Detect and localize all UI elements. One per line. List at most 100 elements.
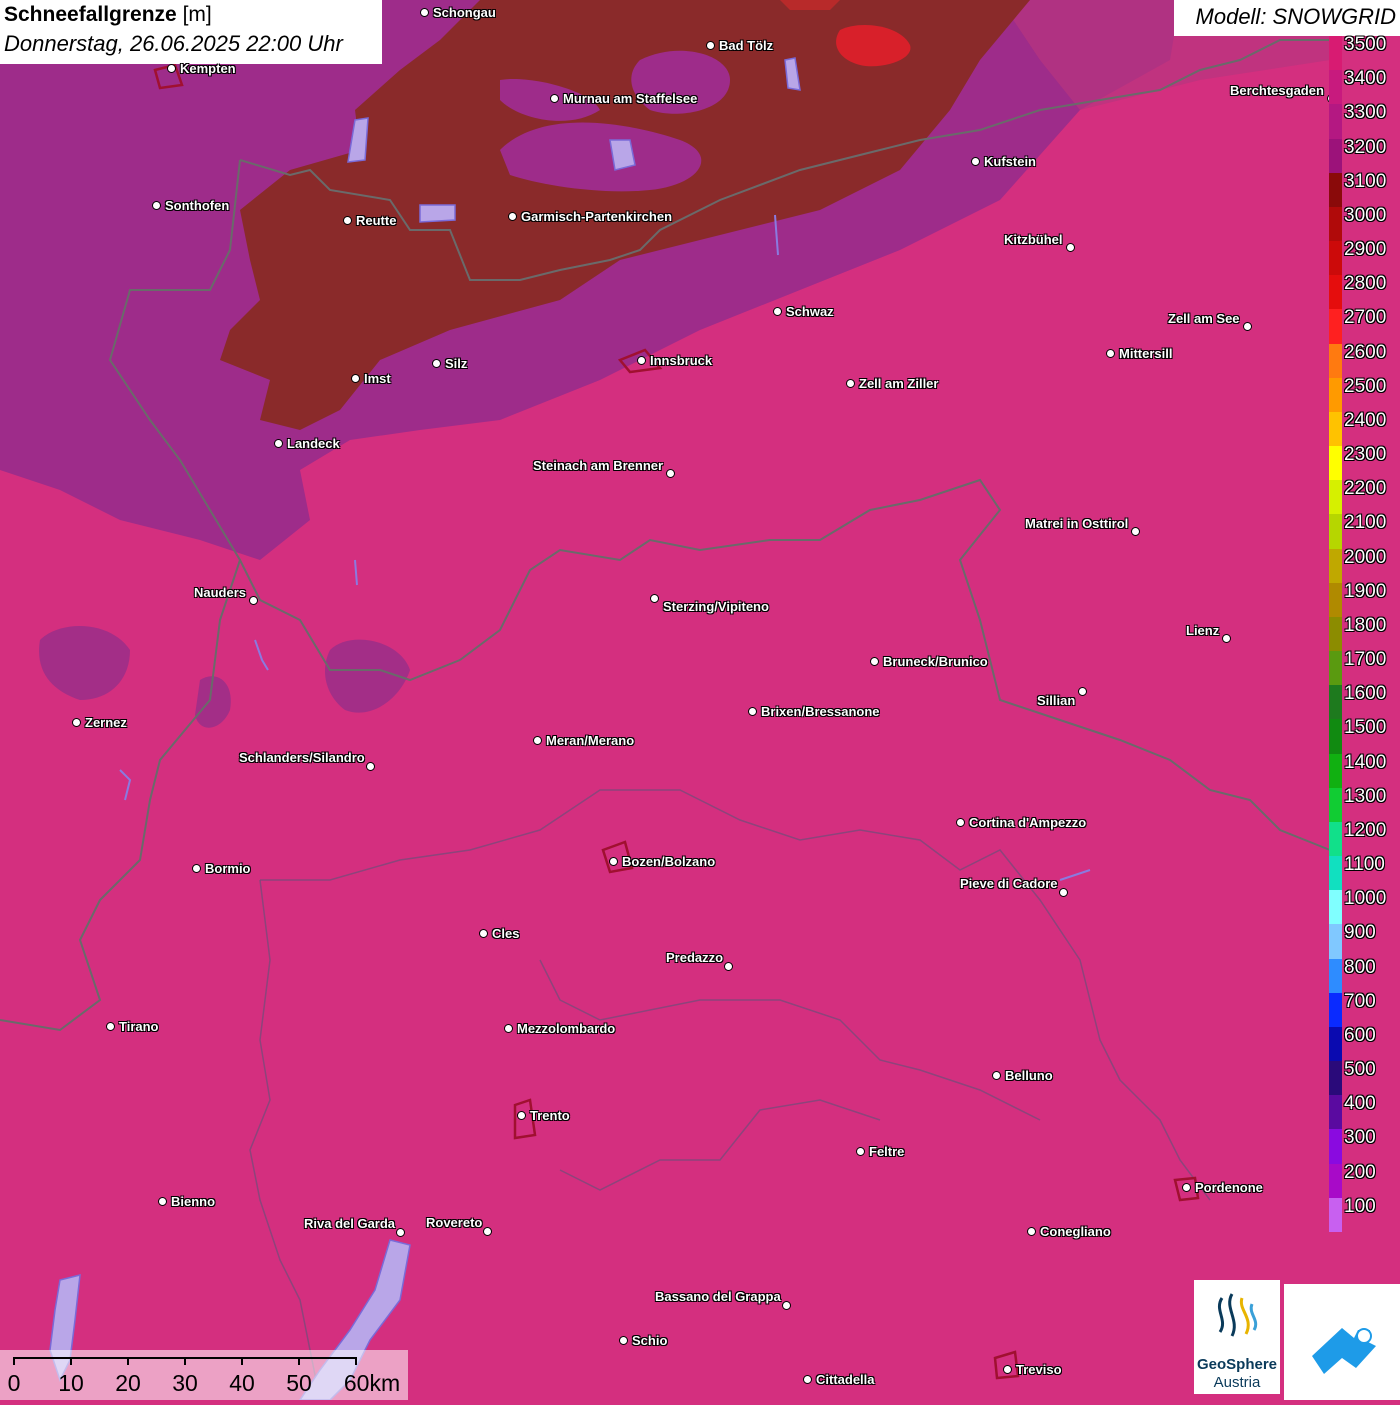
city-marker[interactable] [803,1375,812,1384]
city-marker[interactable] [637,356,646,365]
city-label[interactable]: Zell am See [1168,311,1240,326]
city-marker[interactable] [706,41,715,50]
city-label[interactable]: Silz [445,356,467,371]
city-label[interactable]: Sillian [1037,693,1075,708]
city-label[interactable]: Schlanders/Silandro [239,750,365,765]
city-marker[interactable] [846,379,855,388]
city-label[interactable]: Berchtesgaden [1230,83,1324,98]
city-label[interactable]: Reutte [356,213,396,228]
city-label[interactable]: Steinach am Brenner [533,458,663,473]
city-marker[interactable] [432,359,441,368]
city-marker[interactable] [1106,349,1115,358]
city-marker[interactable] [1003,1365,1012,1374]
snowgrid-logo[interactable] [1284,1284,1400,1400]
city-label[interactable]: Pieve di Cadore [960,876,1058,891]
city-marker[interactable] [479,929,488,938]
city-label[interactable]: Murnau am Staffelsee [563,91,697,106]
city-label[interactable]: Zell am Ziller [859,376,938,391]
city-label[interactable]: Cles [492,926,519,941]
city-marker[interactable] [956,818,965,827]
city-marker[interactable] [517,1111,526,1120]
city-label[interactable]: Schwaz [786,304,834,319]
city-marker[interactable] [650,594,659,603]
city-marker[interactable] [666,469,675,478]
city-marker[interactable] [1131,527,1140,536]
city-marker[interactable] [167,64,176,73]
city-marker[interactable] [1027,1227,1036,1236]
city-marker[interactable] [483,1227,492,1236]
city-label[interactable]: Sterzing/Vipiteno [663,599,769,614]
city-label[interactable]: Predazzo [666,950,723,965]
city-marker[interactable] [72,718,81,727]
city-label[interactable]: Lienz [1186,623,1219,638]
city-marker[interactable] [396,1228,405,1237]
city-label[interactable]: Bormio [205,861,251,876]
city-marker[interactable] [724,962,733,971]
city-marker[interactable] [1243,322,1252,331]
city-marker[interactable] [106,1022,115,1031]
city-label[interactable]: Feltre [869,1144,904,1159]
city-label[interactable]: Riva del Garda [304,1216,395,1231]
city-label[interactable]: Imst [364,371,391,386]
city-label[interactable]: Innsbruck [650,353,712,368]
city-marker[interactable] [1222,634,1231,643]
city-marker[interactable] [1066,243,1075,252]
city-marker[interactable] [782,1301,791,1310]
city-label[interactable]: Brixen/Bressanone [761,704,880,719]
city-label[interactable]: Zernez [85,715,127,730]
city-marker[interactable] [748,707,757,716]
city-label[interactable]: Cortina d'Ampezzo [969,815,1086,830]
city-label[interactable]: Bad Tölz [719,38,773,53]
city-marker[interactable] [870,657,879,666]
city-label[interactable]: Bienno [171,1194,215,1209]
city-marker[interactable] [351,374,360,383]
city-marker[interactable] [420,8,429,17]
city-label[interactable]: Schio [632,1333,667,1348]
city-marker[interactable] [1078,687,1087,696]
city-label[interactable]: Bruneck/Brunico [883,654,988,669]
city-label[interactable]: Conegliano [1040,1224,1111,1239]
city-marker[interactable] [152,201,161,210]
city-marker[interactable] [366,762,375,771]
city-marker[interactable] [343,216,352,225]
city-label[interactable]: Kempten [180,61,236,76]
city-label[interactable]: Kitzbühel [1004,232,1063,247]
city-label[interactable]: Treviso [1016,1362,1062,1377]
city-marker[interactable] [773,307,782,316]
city-label[interactable]: Nauders [194,585,246,600]
geosphere-logo[interactable]: GeoSphere Austria [1194,1280,1280,1394]
city-label[interactable]: Mittersill [1119,346,1172,361]
city-label[interactable]: Landeck [287,436,340,451]
city-marker[interactable] [992,1071,1001,1080]
city-label[interactable]: Rovereto [426,1215,482,1230]
city-label[interactable]: Bassano del Grappa [655,1289,781,1304]
city-label[interactable]: Kufstein [984,154,1036,169]
city-marker[interactable] [158,1197,167,1206]
city-label[interactable]: Pordenone [1195,1180,1263,1195]
city-marker[interactable] [508,212,517,221]
city-marker[interactable] [504,1024,513,1033]
city-label[interactable]: Mezzolombardo [517,1021,615,1036]
city-label[interactable]: Tirano [119,1019,159,1034]
city-marker[interactable] [274,439,283,448]
city-label[interactable]: Schongau [433,5,496,20]
city-marker[interactable] [619,1336,628,1345]
city-label[interactable]: Trento [530,1108,570,1123]
city-label[interactable]: Meran/Merano [546,733,634,748]
city-marker[interactable] [971,157,980,166]
city-marker[interactable] [1182,1183,1191,1192]
city-label[interactable]: Matrei in Osttirol [1025,516,1128,531]
city-label[interactable]: Garmisch-Partenkirchen [521,209,672,224]
city-label[interactable]: Bozen/Bolzano [622,854,715,869]
city-marker[interactable] [533,736,542,745]
city-label[interactable]: Sonthofen [165,198,229,213]
city-label[interactable]: Belluno [1005,1068,1053,1083]
city-marker[interactable] [192,864,201,873]
city-marker[interactable] [550,94,559,103]
city-marker[interactable] [856,1147,865,1156]
city-label[interactable]: Cittadella [816,1372,875,1387]
city-marker[interactable] [609,857,618,866]
colorbar-segment [1329,719,1342,755]
city-marker[interactable] [249,596,258,605]
city-marker[interactable] [1059,888,1068,897]
